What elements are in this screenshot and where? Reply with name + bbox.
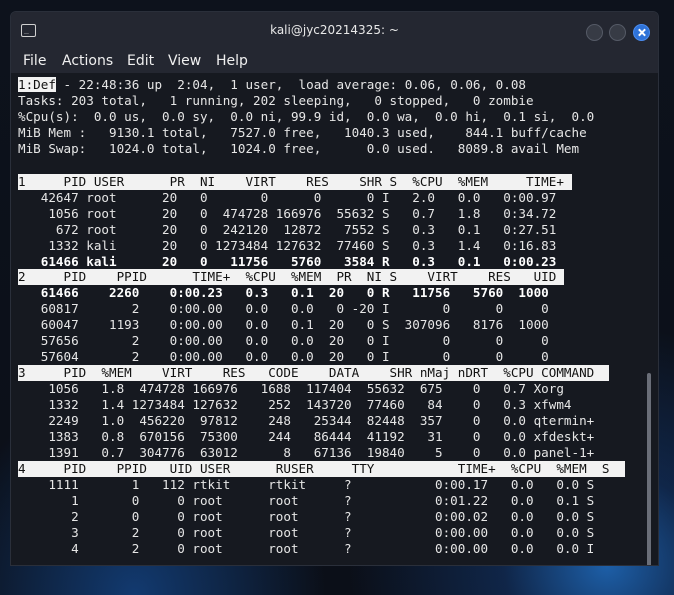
process-row: 1056 1.8 474728 166976 1688 117404 55632… <box>18 381 564 396</box>
uptime-line: 1:Def - 22:48:36 up 2:04, 1 user, load a… <box>18 77 526 93</box>
close-button[interactable] <box>633 24 650 41</box>
process-row: 1 0 0 root root ? 0:01.22 0.0 0.1 S <box>18 493 595 508</box>
process-row: 61466 kali 20 0 11756 5760 3584 R 0.3 0.… <box>18 254 557 269</box>
process-row: 57656 2 0:00.00 0.0 0.0 20 0 I 0 0 0 <box>18 333 549 348</box>
cpu-line: %Cpu(s): 0.0 us, 0.0 sy, 0.0 ni, 99.9 id… <box>18 109 595 124</box>
window-2-header: 2 PID PPID TIME+ %CPU %MEM PR NI S VIRT … <box>18 269 564 285</box>
process-row: 4 2 0 root root ? 0:00.00 0.0 0.0 I <box>18 541 595 556</box>
terminal-output[interactable]: 1:Def - 22:48:36 up 2:04, 1 user, load a… <box>11 73 658 565</box>
mem-line: MiB Mem : 9130.1 total, 7527.0 free, 104… <box>18 125 587 140</box>
window-4-header: 4 PID PPID UID USER RUSER TTY TIME+ %CPU… <box>18 461 625 477</box>
process-row: 672 root 20 0 242120 12872 7552 S 0.3 0.… <box>18 222 557 237</box>
process-row: 57604 2 0:00.00 0.0 0.0 20 0 I 0 0 0 <box>18 349 549 364</box>
title-bar[interactable]: _ kali@jyc20214325: ~ <box>11 12 658 52</box>
window-3-header: 3 PID %MEM VIRT RES CODE DATA SHR nMaj n… <box>18 365 610 381</box>
menu-view[interactable]: View <box>168 53 201 69</box>
process-row: 2249 1.0 456220 97812 248 25344 82448 35… <box>18 413 595 428</box>
window-1-header: 1 PID USER PR NI VIRT RES SHR S %CPU %ME… <box>18 174 572 190</box>
maximize-button[interactable] <box>609 24 626 41</box>
menu-file[interactable]: File <box>23 53 46 69</box>
process-row: 1391 0.7 304776 63012 8 67136 19840 5 0 … <box>18 445 595 460</box>
tasks-line: Tasks: 203 total, 1 running, 202 sleepin… <box>18 93 534 108</box>
uptime-text: - 22:48:36 up 2:04, 1 user, load average… <box>55 77 527 92</box>
menu-help[interactable]: Help <box>216 53 248 69</box>
process-row: 1383 0.8 670156 75300 244 86444 41192 31… <box>18 429 595 444</box>
process-row: 1056 root 20 0 474728 166976 55632 S 0.7… <box>18 206 557 221</box>
process-row: 1332 kali 20 0 1273484 127632 77460 S 0.… <box>18 238 557 253</box>
process-row: 42647 root 20 0 0 0 0 I 2.0 0.0 0:00.97 <box>18 190 557 205</box>
menu-actions[interactable]: Actions <box>62 53 113 69</box>
menu-edit[interactable]: Edit <box>127 53 154 69</box>
window-title: kali@jyc20214325: ~ <box>270 23 399 37</box>
process-row: 61466 2260 0:00.23 0.3 0.1 20 0 R 11756 … <box>18 285 549 300</box>
process-row: 1111 1 112 rtkit rtkit ? 0:00.17 0.0 0.0… <box>18 477 595 492</box>
process-row: 1332 1.4 1273484 127632 252 143720 77460… <box>18 397 572 412</box>
scrollbar[interactable] <box>647 373 651 565</box>
process-row: 3 2 0 root root ? 0:00.00 0.0 0.0 S <box>18 525 595 540</box>
current-window-label: 1:Def <box>18 77 56 92</box>
process-row: 60817 2 0:00.00 0.0 0.0 0 -20 I 0 0 0 <box>18 301 549 316</box>
process-row: 60047 1193 0:00.00 0.0 0.1 20 0 S 307096… <box>18 317 549 332</box>
menu-bar: File Actions Edit View Help <box>11 52 658 73</box>
swap-line: MiB Swap: 1024.0 total, 1024.0 free, 0.0… <box>18 141 580 156</box>
terminal-window: _ kali@jyc20214325: ~ File Actions Edit … <box>10 11 659 566</box>
minimize-button[interactable] <box>586 24 603 41</box>
process-row: 2 0 0 root root ? 0:00.02 0.0 0.0 S <box>18 509 595 524</box>
